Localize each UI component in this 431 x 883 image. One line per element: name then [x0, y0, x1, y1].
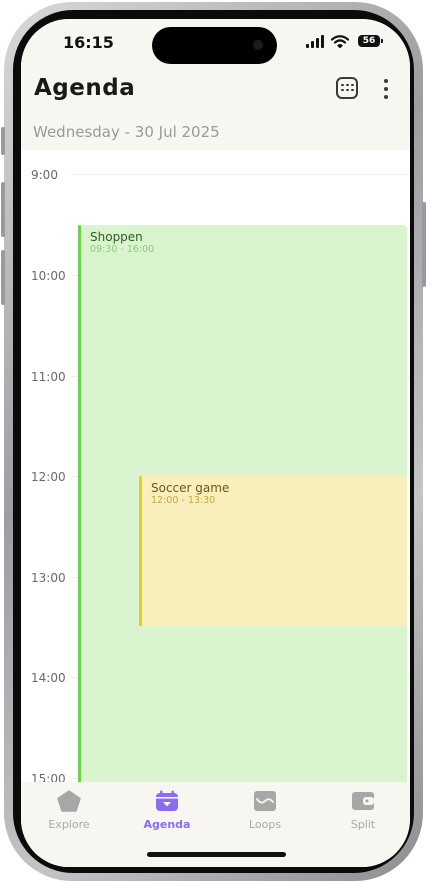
dynamic-island: [152, 27, 277, 64]
event-color-bar: [139, 476, 142, 626]
hour-label: 14:00: [31, 671, 66, 685]
volume-down-button: [1, 250, 5, 305]
volume-up-button: [1, 182, 5, 237]
tab-label: Split: [350, 818, 376, 831]
tab-loops[interactable]: Loops: [225, 790, 305, 834]
camera-icon: [253, 40, 263, 50]
tab-explore[interactable]: Explore: [29, 790, 109, 834]
pentagon-icon: [57, 790, 81, 812]
hour-label: 9:00: [31, 168, 58, 182]
hour-label: 12:00: [31, 470, 66, 484]
status-time: 16:15: [63, 33, 114, 52]
top-area: 16:15 56 Agenda Wednesday - 30 Jul 2025: [21, 19, 410, 150]
tab-label: Loops: [248, 818, 282, 831]
event-time: 12:00 - 13:30: [151, 495, 216, 506]
status-icons: 56: [306, 35, 386, 49]
selected-date[interactable]: Wednesday - 30 Jul 2025: [33, 123, 220, 141]
wifi-icon: [331, 35, 349, 48]
tab-split[interactable]: Split: [323, 790, 403, 834]
wallet-icon: [352, 792, 374, 810]
hour-row: 9:00: [21, 168, 410, 182]
page-title: Agenda: [34, 75, 136, 101]
tab-label: Explore: [48, 818, 90, 831]
agenda-timeline[interactable]: 9:00 10:00 11:00 12:00 13:00 14:00 15:00: [21, 150, 410, 786]
event-title: Soccer game: [151, 481, 230, 495]
signal-icon: [306, 35, 324, 48]
event-title: Shoppen: [90, 230, 143, 244]
screen: 16:15 56 Agenda Wednesday - 30 Jul 2025 …: [21, 19, 410, 867]
power-button: [422, 202, 426, 287]
calendar-icon: [156, 790, 178, 811]
more-options-icon[interactable]: [379, 79, 393, 99]
hour-label: 11:00: [31, 370, 66, 384]
tab-agenda[interactable]: Agenda: [127, 790, 207, 834]
action-button: [1, 127, 5, 155]
event-time: 09:30 - 16:00: [90, 244, 155, 255]
battery-tip: [381, 39, 383, 43]
calendar-view-button[interactable]: [336, 77, 358, 99]
hour-divider: [71, 174, 410, 175]
event-soccer-game[interactable]: Soccer game 12:00 - 13:30: [139, 476, 407, 626]
hour-label: 13:00: [31, 571, 66, 585]
tab-label: Agenda: [143, 818, 191, 831]
loops-icon: [254, 791, 276, 811]
battery-icon: 56: [358, 35, 380, 47]
event-color-bar: [78, 225, 81, 785]
hour-label: 10:00: [31, 269, 66, 283]
home-indicator[interactable]: [147, 852, 286, 857]
